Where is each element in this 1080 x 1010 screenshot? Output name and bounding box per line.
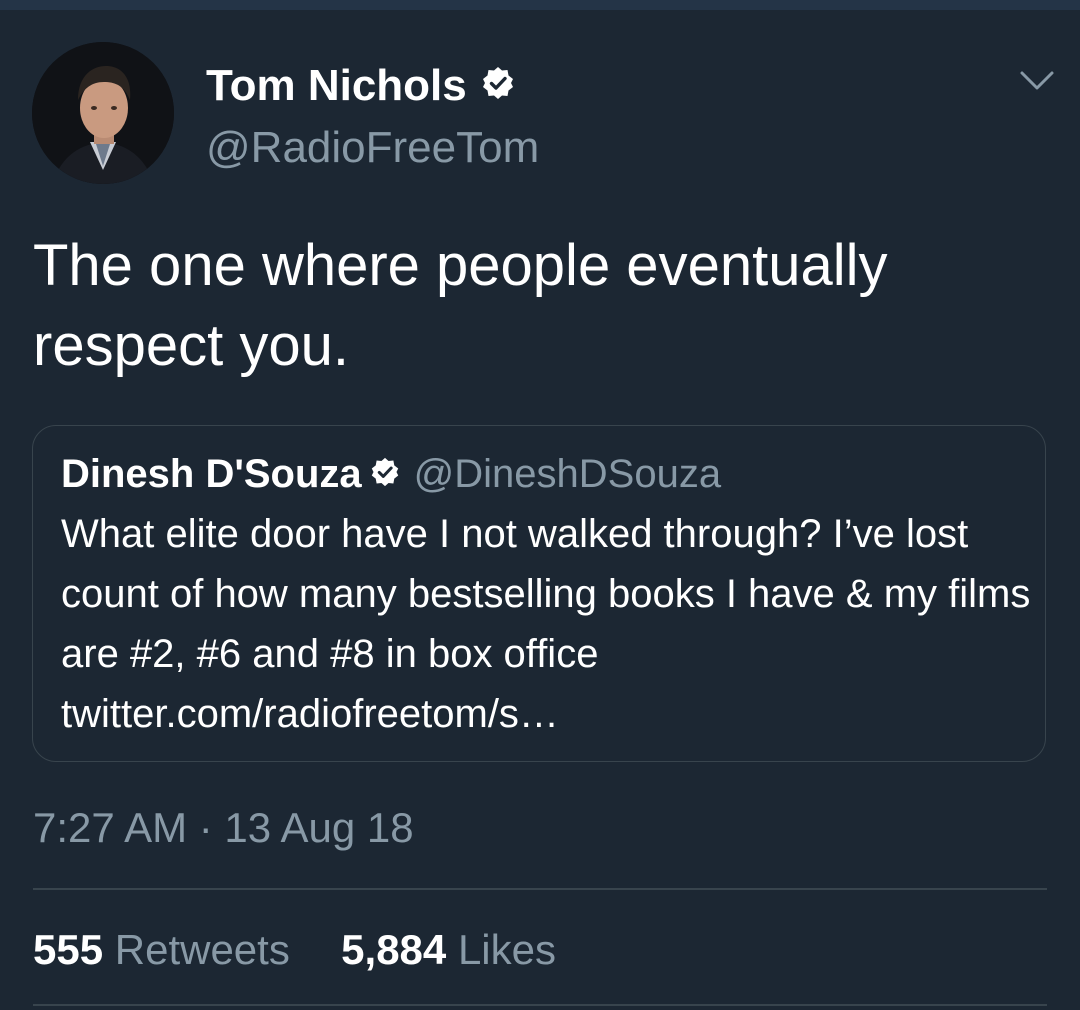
retweets-count: 555 (33, 926, 104, 973)
likes-count: 5,884 (341, 926, 447, 973)
quoted-tweet-text: What elite door have I not walked throug… (61, 512, 1031, 736)
verified-badge-icon (481, 60, 515, 112)
divider (33, 888, 1047, 890)
verified-badge-icon (370, 450, 400, 498)
tweet-text: The one where people eventually respect … (33, 233, 888, 378)
divider (33, 1004, 1047, 1006)
likes-stat[interactable]: 5,884 Likes (341, 926, 556, 973)
quoted-tweet-card[interactable]: Dinesh D'Souza @DineshDSouza What elite … (32, 425, 1046, 762)
quoted-author-handle: @DineshDSouza (413, 452, 722, 496)
top-bar (0, 0, 1080, 10)
quoted-author-name: Dinesh D'Souza (61, 452, 362, 496)
tweet-stats: 555 Retweets 5,884 Likes (33, 924, 556, 976)
author-name[interactable]: Tom Nichols (206, 60, 467, 112)
avatar[interactable] (32, 42, 174, 184)
tweet-timestamp[interactable]: 7:27 AM · 13 Aug 18 (33, 802, 414, 854)
quoted-tweet-header: Dinesh D'Souza @DineshDSouza (61, 450, 721, 498)
author-name-row[interactable]: Tom Nichols (206, 60, 515, 112)
author-handle[interactable]: @RadioFreeTom (206, 122, 539, 174)
avatar-image (32, 42, 174, 184)
retweets-stat[interactable]: 555 Retweets (33, 926, 290, 973)
likes-label: Likes (457, 926, 557, 973)
retweets-label: Retweets (114, 926, 290, 973)
chevron-down-icon[interactable] (1018, 68, 1056, 94)
